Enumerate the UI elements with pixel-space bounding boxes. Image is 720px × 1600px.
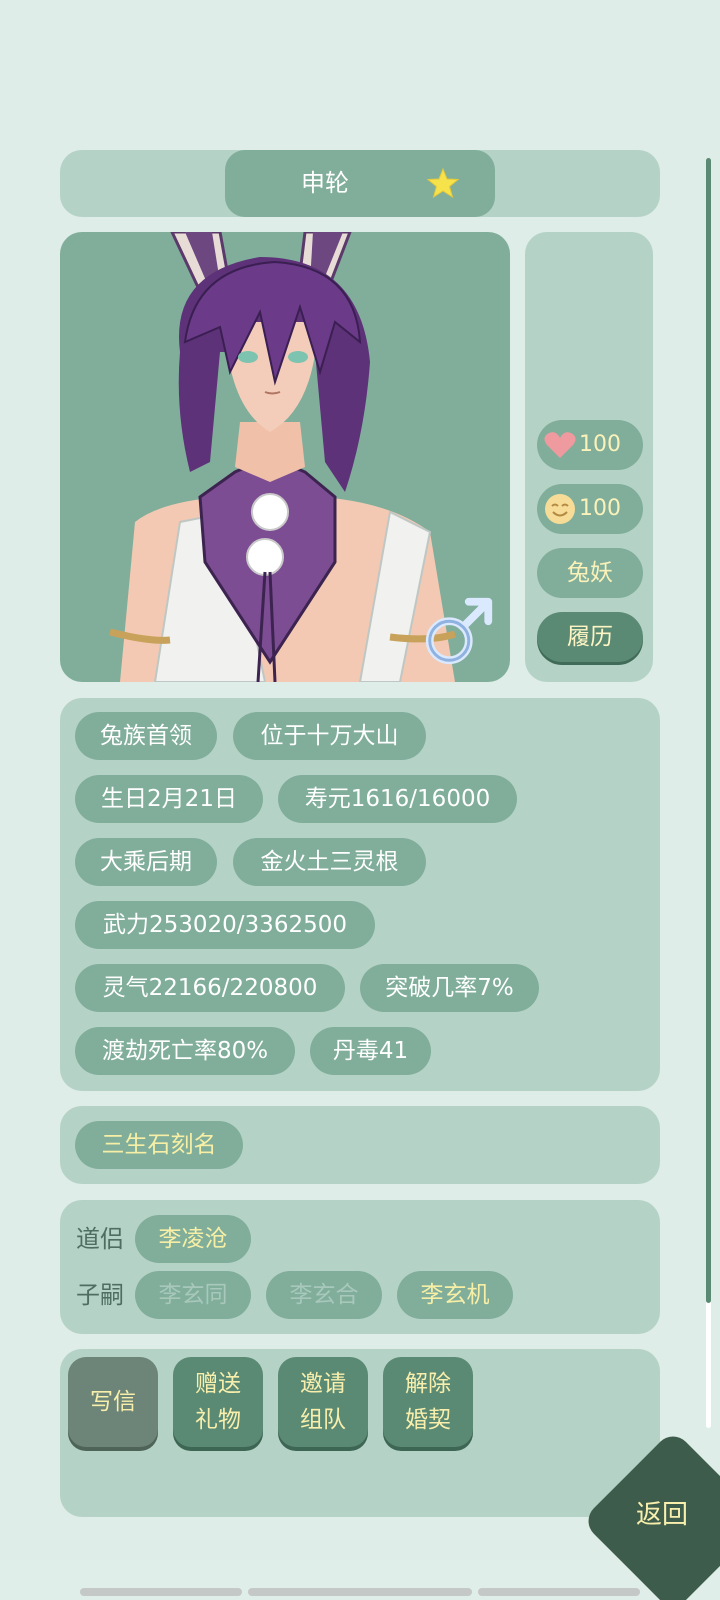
- back-button[interactable]: 返回: [586, 1434, 720, 1600]
- nav-bar-segment: [80, 1588, 242, 1596]
- info-tag: 丹毒41: [310, 1027, 431, 1075]
- info-tag: 生日2月21日: [75, 775, 263, 823]
- info-tag: 武力253020/3362500: [75, 901, 375, 949]
- dissolve-marriage-button[interactable]: 解除 婚契: [383, 1357, 473, 1447]
- child-name[interactable]: 李玄机: [397, 1271, 513, 1319]
- nav-bar-segment: [478, 1588, 640, 1596]
- character-portrait: [60, 232, 510, 682]
- child-name[interactable]: 李玄同: [135, 1271, 251, 1319]
- character-name: 申轮: [301, 169, 349, 197]
- stone-engrave-button[interactable]: 三生石刻名: [75, 1121, 243, 1169]
- mood-stat: 100: [537, 484, 643, 534]
- back-label: 返回: [636, 1500, 689, 1530]
- male-symbol-icon: [425, 597, 493, 665]
- info-tag: 渡劫死亡率80%: [75, 1027, 295, 1075]
- send-gift-button[interactable]: 赠送 礼物: [173, 1357, 263, 1447]
- write-letter-button[interactable]: 写信: [68, 1357, 158, 1447]
- nav-bar-segment: [248, 1588, 472, 1596]
- affection-value: 100: [579, 432, 621, 457]
- info-tag: 突破几率7%: [360, 964, 539, 1012]
- info-tag: 寿元1616/16000: [278, 775, 517, 823]
- smile-face-icon: [545, 494, 575, 524]
- info-tag: 大乘后期: [75, 838, 217, 886]
- info-tag: 灵气22166/220800: [75, 964, 345, 1012]
- invite-team-button[interactable]: 邀请 组队: [278, 1357, 368, 1447]
- mood-value: 100: [579, 496, 621, 521]
- partner-name[interactable]: 李凌沧: [135, 1215, 251, 1263]
- resume-button[interactable]: 履历: [537, 612, 643, 662]
- star-icon[interactable]: [427, 167, 459, 199]
- name-tab: 申轮: [225, 150, 495, 217]
- info-tag: 兔族首领: [75, 712, 217, 760]
- scrollbar-thumb[interactable]: [706, 158, 711, 1303]
- child-name[interactable]: 李玄合: [266, 1271, 382, 1319]
- partner-label: 道侣: [76, 1225, 124, 1253]
- race-tag: 兔妖: [537, 548, 643, 598]
- info-tag: 金火土三灵根: [233, 838, 426, 886]
- affection-stat: 100: [537, 420, 643, 470]
- heart-icon: [544, 432, 576, 458]
- info-tag: 位于十万大山: [233, 712, 426, 760]
- children-label: 子嗣: [76, 1281, 124, 1309]
